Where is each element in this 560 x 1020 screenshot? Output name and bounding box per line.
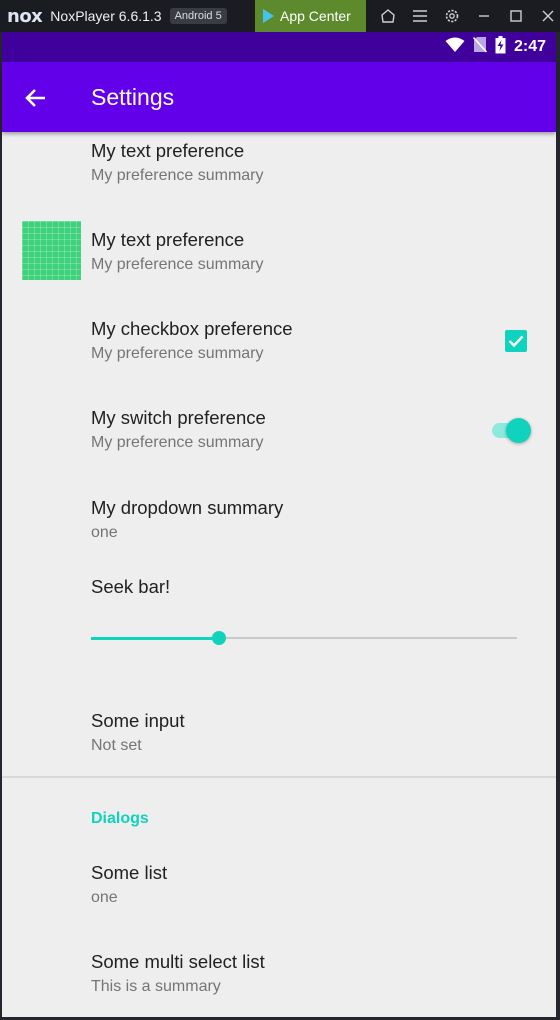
emulator-window-controls	[372, 0, 560, 32]
gear-icon[interactable]	[436, 0, 468, 32]
preference-image-icon	[22, 221, 81, 280]
app-toolbar: Settings	[2, 62, 556, 132]
seekbar-preference: Seek bar!	[2, 562, 556, 677]
app-center-label: App Center	[280, 8, 351, 24]
window-frame-right	[556, 32, 560, 1020]
multi-select-list-preference[interactable]: Some multi select list This is a summary	[2, 932, 556, 1017]
back-arrow-icon[interactable]	[22, 84, 50, 112]
text-preference-2[interactable]: My text preference My preference summary	[2, 198, 556, 286]
minimize-icon[interactable]	[468, 0, 500, 32]
pref-title: Seek bar!	[91, 576, 171, 597]
input-preference[interactable]: Some input Not set	[2, 680, 556, 772]
text-preference-1[interactable]: My text preference My preference summary	[2, 132, 556, 194]
battery-charging-icon	[495, 35, 506, 59]
app-center-button[interactable]: App Center	[255, 0, 366, 32]
category-divider	[2, 776, 556, 778]
wifi-icon	[445, 37, 465, 58]
pref-summary: one	[91, 889, 118, 906]
list-preference[interactable]: Some list one	[2, 842, 556, 930]
pref-title: Some multi select list	[91, 951, 265, 972]
status-bar: 2:47	[2, 32, 556, 62]
status-clock: 2:47	[513, 38, 546, 55]
pref-summary: My preference summary	[91, 434, 264, 451]
pref-summary: This is a summary	[91, 978, 221, 995]
checkbox-preference[interactable]: My checkbox preference My preference sum…	[2, 288, 556, 376]
pref-title: My dropdown summary	[91, 497, 284, 518]
pref-title: Some input	[91, 710, 185, 731]
home-icon[interactable]	[372, 0, 404, 32]
pref-title: My text preference	[91, 229, 245, 250]
page-title: Settings	[91, 84, 175, 110]
menu-icon[interactable]	[404, 0, 436, 32]
seekbar-thumb[interactable]	[212, 631, 226, 645]
seekbar-progress	[91, 637, 219, 640]
switch-thumb[interactable]	[506, 418, 531, 443]
pref-title: My switch preference	[91, 407, 266, 428]
pref-title: Some list	[91, 862, 168, 883]
pref-summary: Not set	[91, 737, 142, 754]
pref-summary: My preference summary	[91, 256, 264, 273]
settings-list: My text preference My preference summary…	[2, 132, 556, 1017]
emulator-title: NoxPlayer 6.6.1.3	[50, 8, 162, 24]
pref-summary: My preference summary	[91, 167, 264, 184]
pref-summary: one	[91, 524, 118, 541]
checkbox[interactable]	[505, 330, 527, 352]
switch-preference[interactable]: My switch preference My preference summa…	[2, 377, 556, 465]
no-sim-icon	[472, 36, 488, 58]
android-version-badge: Android 5	[169, 8, 227, 24]
pref-title: My text preference	[91, 140, 245, 161]
pref-title: My checkbox preference	[91, 318, 293, 339]
close-icon[interactable]	[532, 0, 560, 32]
play-store-icon	[263, 9, 274, 23]
checkmark-icon	[508, 335, 524, 348]
category-header-dialogs: Dialogs	[91, 810, 149, 827]
dropdown-preference[interactable]: My dropdown summary one	[2, 467, 556, 555]
nox-logo: nox	[7, 5, 43, 27]
maximize-icon[interactable]	[500, 0, 532, 32]
pref-summary: My preference summary	[91, 345, 264, 362]
